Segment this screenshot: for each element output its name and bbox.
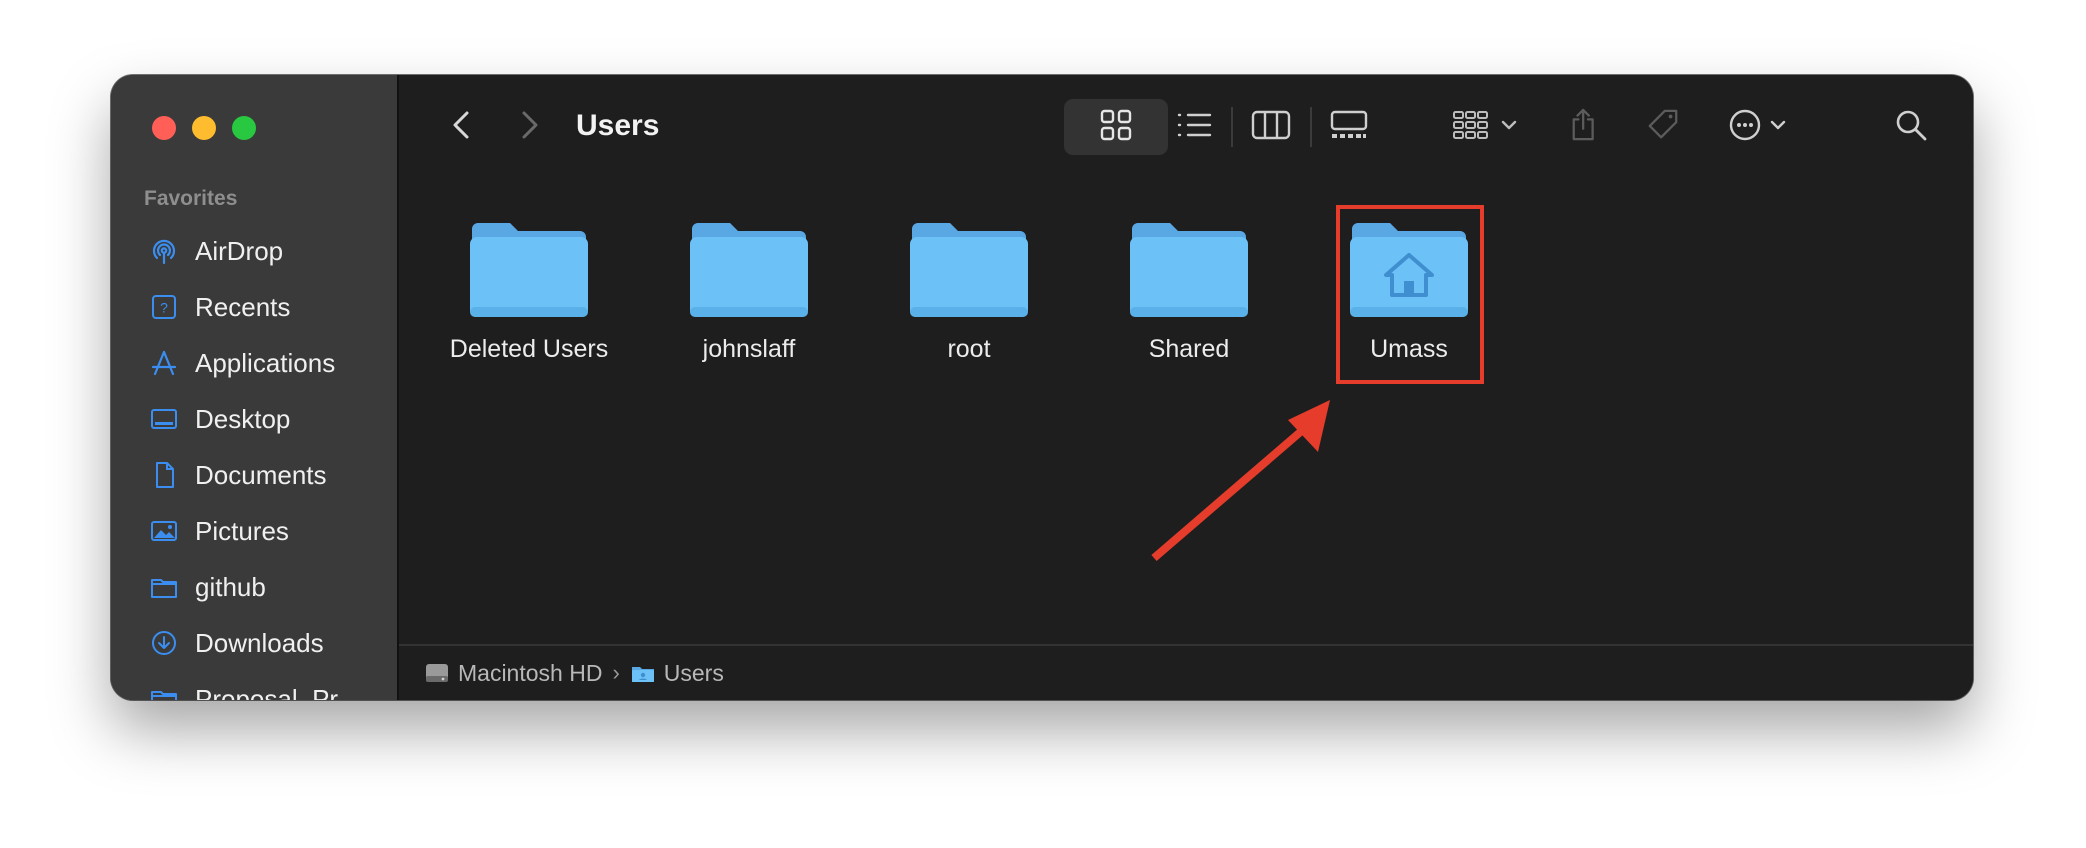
toolbar: Users [399, 75, 1973, 175]
path-segment-macintosh-hd[interactable]: Macintosh HD [458, 660, 602, 687]
file-label: root [947, 335, 991, 363]
folder-icon [470, 223, 588, 317]
file-item-johnslaff[interactable]: johnslaff [649, 195, 849, 364]
sidebar-item-label: AirDrop [195, 235, 284, 266]
list-view-icon [1177, 113, 1212, 137]
icon-view-icon [1100, 109, 1132, 141]
file-item-deleted-users[interactable]: Deleted Users [429, 195, 629, 364]
highlight-box [1336, 205, 1484, 384]
window-title: Users [576, 109, 660, 142]
list-view-button[interactable] [1174, 105, 1214, 145]
applications-icon [148, 347, 180, 379]
clock-icon: ? [148, 291, 180, 323]
search-icon [1896, 110, 1927, 141]
gallery-view-button[interactable] [1327, 105, 1371, 145]
main-content: Users Deleted Users johnslaff root Share… [399, 75, 1973, 700]
column-view-icon [1251, 110, 1291, 140]
sidebar-item-label: Documents [195, 459, 327, 490]
sidebar-item-label: Applications [195, 347, 336, 378]
folder-icon [690, 223, 808, 317]
sidebar-item-applications[interactable]: Applications [111, 335, 397, 391]
zoom-button[interactable] [232, 116, 256, 140]
document-icon [148, 459, 180, 491]
back-icon [453, 111, 469, 139]
sidebar-item-github[interactable]: github [111, 559, 397, 615]
download-icon [148, 627, 180, 659]
sidebar: Favorites AirDrop ? Recents Applications [111, 75, 399, 700]
desktop-icon [148, 403, 180, 435]
close-button[interactable] [152, 116, 176, 140]
more-icon [1729, 109, 1786, 141]
hard-drive-icon [424, 661, 450, 685]
sidebar-item-documents[interactable]: Documents [111, 447, 397, 503]
sidebar-item-airdrop[interactable]: AirDrop [111, 223, 397, 279]
forward-icon [522, 111, 538, 139]
folder-icon [910, 223, 1028, 317]
sidebar-item-label: Downloads [195, 627, 324, 658]
search-button[interactable] [1891, 105, 1931, 145]
sidebar-item-downloads[interactable]: Downloads [111, 615, 397, 671]
icon-view-button[interactable] [1096, 105, 1136, 145]
tag-button[interactable] [1643, 105, 1683, 145]
airdrop-icon [148, 235, 180, 267]
toolbar-divider [1231, 107, 1233, 147]
photo-icon [148, 515, 180, 547]
tag-icon [1648, 109, 1678, 139]
sidebar-item-label: Proposal_Pr [195, 683, 339, 701]
users-folder-icon [630, 661, 656, 685]
sidebar-item-label: github [195, 571, 266, 602]
folder-icon [148, 571, 180, 603]
favorites-heading: Favorites [144, 187, 238, 210]
sidebar-item-proposal[interactable]: Proposal_Pr [111, 671, 397, 700]
folder-icon [148, 683, 180, 700]
sidebar-item-label: Pictures [195, 515, 289, 546]
sidebar-item-label: Recents [195, 291, 291, 322]
sidebar-item-desktop[interactable]: Desktop [111, 391, 397, 447]
file-label: Deleted Users [449, 335, 609, 363]
folder-icon [1130, 223, 1248, 317]
share-button[interactable] [1565, 105, 1601, 145]
group-button[interactable] [1452, 105, 1522, 145]
path-bar: Macintosh HD › Users [399, 644, 1973, 700]
toolbar-divider [1310, 107, 1312, 147]
favorites-list: AirDrop ? Recents Applications Desktop D… [111, 223, 397, 700]
minimize-button[interactable] [192, 116, 216, 140]
annotation-arrow [1151, 400, 1330, 562]
share-icon [1572, 108, 1594, 141]
back-button[interactable] [442, 105, 482, 145]
path-separator: › [612, 660, 620, 685]
more-button[interactable] [1728, 105, 1798, 145]
gallery-view-icon [1330, 110, 1368, 138]
sidebar-item-recents[interactable]: ? Recents [111, 279, 397, 335]
path-segment-users[interactable]: Users [664, 660, 724, 687]
file-item-shared[interactable]: Shared [1089, 195, 1289, 364]
sidebar-item-pictures[interactable]: Pictures [111, 503, 397, 559]
file-label: johnslaff [702, 335, 796, 363]
finder-window: Favorites AirDrop ? Recents Applications [111, 75, 1973, 700]
file-item-root[interactable]: root [869, 195, 1069, 364]
group-icon [1453, 111, 1517, 139]
svg-text:?: ? [160, 300, 168, 316]
column-view-button[interactable] [1249, 105, 1293, 145]
forward-button[interactable] [509, 105, 549, 145]
file-label: Shared [1148, 335, 1230, 363]
sidebar-item-label: Desktop [195, 403, 291, 434]
